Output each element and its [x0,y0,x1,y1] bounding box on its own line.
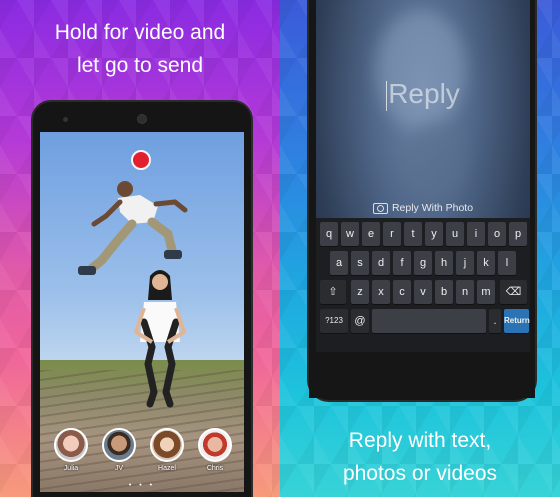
keyboard-row-3: ⇧ z x c v b n m ⌫ [318,280,528,306]
key-l[interactable]: l [498,251,516,275]
symbols-key[interactable]: ?123 [320,309,348,333]
key-i[interactable]: i [467,222,485,246]
key-s[interactable]: s [351,251,369,275]
contact-item[interactable]: Hazel [144,428,190,472]
key-w[interactable]: w [341,222,359,246]
reply-with-photo-button[interactable]: Reply With Photo [316,202,530,214]
front-camera [137,114,147,124]
keyboard-row-1: q w e r t y u i o p [318,222,528,248]
posing-woman [133,270,187,408]
contact-item[interactable]: Chris [192,428,238,472]
sensor-dot [63,117,68,122]
phone-frame: Julia JV Hazel Chris • • • [31,100,253,497]
key-c[interactable]: c [393,280,411,304]
contact-name: Hazel [158,465,176,472]
keyboard-row-2: a s d f g h j k l [318,251,528,277]
key-k[interactable]: k [477,251,495,275]
page-indicator: • • • [128,482,156,489]
blurred-video [406,120,466,200]
keyboard-row-4: ?123 @ . Return [318,309,530,335]
key-a[interactable]: a [330,251,348,275]
key-z[interactable]: z [351,280,369,304]
phone-frame: Reply Reply With Photo q w e r t y u i o… [307,0,537,402]
avatar [54,428,88,462]
avatar [198,428,232,462]
bottom-caption: Reply with text, photos or videos [280,424,560,490]
key-r[interactable]: r [383,222,401,246]
camera-viewfinder[interactable]: Julia JV Hazel Chris • • • [40,132,244,492]
key-g[interactable]: g [414,251,432,275]
reply-input[interactable]: Reply [316,78,530,111]
phone-chin [309,352,535,398]
key-p[interactable]: p [509,222,527,246]
avatar [150,428,184,462]
key-h[interactable]: h [435,251,453,275]
contact-name: Chris [206,465,224,472]
contact-name: Julia [63,465,79,472]
left-promo-panel: Hold for video and let go to send Julia … [0,0,280,497]
key-v[interactable]: v [414,280,432,304]
key-x[interactable]: x [372,280,390,304]
soft-keyboard: q w e r t y u i o p a s d f g h j k l ⇧ … [316,218,530,352]
reply-with-photo-label: Reply With Photo [391,202,474,214]
spacebar[interactable] [372,309,486,333]
camera-icon [372,202,388,214]
key-u[interactable]: u [446,222,464,246]
caption-line: photos or videos [342,462,498,485]
record-button[interactable] [131,150,151,170]
key-b[interactable]: b [435,280,453,304]
at-key[interactable]: @ [351,309,369,333]
contact-name: JV [114,465,124,472]
key-q[interactable]: q [320,222,338,246]
jumping-man [78,181,188,275]
contact-item[interactable]: Julia [48,428,94,472]
key-f[interactable]: f [393,251,411,275]
return-key[interactable]: Return [504,309,530,333]
top-caption: Hold for video and let go to send [0,16,280,82]
blurred-video [376,10,466,130]
reply-screen: Reply Reply With Photo q w e r t y u i o… [316,0,530,352]
shift-key[interactable]: ⇧ [320,280,346,304]
contact-strip: Julia JV Hazel Chris [40,428,244,478]
key-t[interactable]: t [404,222,422,246]
key-j[interactable]: j [456,251,474,275]
key-o[interactable]: o [488,222,506,246]
reply-placeholder: Reply [388,78,460,109]
key-e[interactable]: e [362,222,380,246]
key-d[interactable]: d [372,251,390,275]
caption-line: let go to send [76,54,204,77]
contact-item[interactable]: JV [96,428,142,472]
caption-line: Hold for video and [54,21,226,44]
avatar [102,428,136,462]
caption-line: Reply with text, [348,429,492,452]
key-m[interactable]: m [477,280,495,304]
key-n[interactable]: n [456,280,474,304]
backspace-key[interactable]: ⌫ [500,280,527,304]
period-key[interactable]: . [489,309,501,333]
key-y[interactable]: y [425,222,443,246]
